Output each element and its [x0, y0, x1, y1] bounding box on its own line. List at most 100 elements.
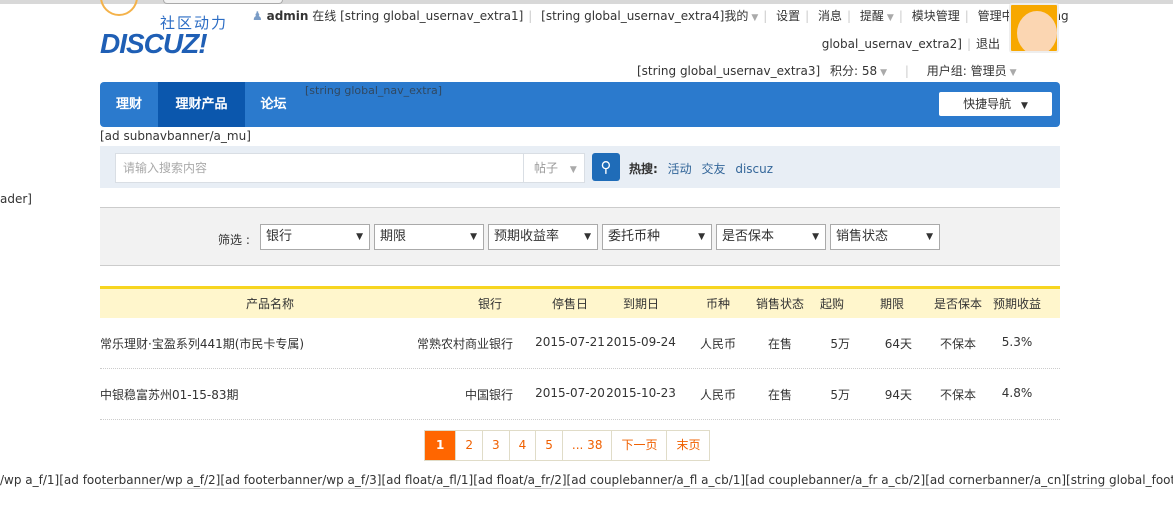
col-currency: 人民币	[699, 337, 737, 351]
caret-down-icon: ▼	[1020, 101, 1028, 111]
col-guarantee: 不保本	[939, 337, 977, 351]
col-due-date: 2015-09-24	[606, 335, 676, 349]
table-header: 产品名称 银行 停售日 到期日 币种 销售状态 起购 期限 是否保本 预期收益	[100, 286, 1060, 318]
col-yield: 5.3%	[1001, 335, 1033, 349]
next-page-button[interactable]: 下一页	[612, 431, 668, 460]
dropdown-arrow-icon: ▼	[698, 232, 705, 242]
col-due-date: 2015-10-23	[606, 386, 676, 400]
hot-link[interactable]: discuz	[735, 162, 773, 176]
col-bank: 中国银行	[464, 388, 513, 402]
filter-yield[interactable]: 预期收益率 ▼	[488, 224, 598, 250]
col-guarantee: 是否保本	[933, 297, 983, 311]
col-currency: 币种	[705, 297, 731, 311]
page-5[interactable]: 5	[536, 431, 563, 460]
col-min-buy: 5万	[830, 337, 850, 351]
nav-extra: [string global_nav_extra]	[305, 84, 443, 97]
col-sale-status: 在售	[767, 337, 793, 351]
nav-item-forum[interactable]: 论坛	[245, 82, 302, 127]
quick-nav-button[interactable]: 快捷导航 ▼	[939, 92, 1052, 116]
chevron-down-icon: ▼	[569, 165, 577, 175]
footer-divider	[100, 488, 1112, 489]
dropdown-arrow-icon: ▼	[584, 232, 591, 242]
chevron-down-icon: ▼	[886, 13, 894, 23]
table-row[interactable]: 中银稳富苏州01-15-83期 中国银行 2015-07-20 2015-10-23 人…	[100, 369, 1060, 420]
avatar[interactable]	[1009, 3, 1059, 53]
subnav-ad: [ad subnavbanner/a_mu]	[100, 129, 251, 143]
usernav-extra3: [string global_usernav_extra3]	[637, 64, 821, 78]
col-sale-status: 销售状态	[755, 297, 805, 311]
col-guarantee: 不保本	[939, 388, 977, 402]
module-manage-link[interactable]: 模块管理	[912, 9, 960, 23]
search-input[interactable]: 请输入搜索内容	[115, 153, 523, 183]
col-stop-date: 2015-07-21	[535, 335, 605, 349]
hot-link[interactable]: 交友	[701, 162, 725, 176]
chevron-down-icon: ▼	[880, 68, 888, 78]
col-yield: 4.8%	[1001, 386, 1033, 400]
browser-tab[interactable]	[163, 0, 283, 4]
dropdown-arrow-icon: ▼	[356, 232, 363, 242]
col-name: 中银稳富苏州01-15-83期	[100, 388, 239, 402]
dropdown-arrow-icon: ▼	[470, 232, 477, 242]
col-stop-date: 停售日	[551, 297, 589, 311]
dropdown-arrow-icon: ▼	[926, 232, 933, 242]
footer-ads: /wp a_f/1][ad footerbanner/wp a_f/2][ad …	[0, 473, 1173, 487]
search-type-label: 帖子	[534, 161, 559, 175]
usernav-extra4: [string global_usernav_extra4]	[541, 9, 725, 23]
username-link[interactable]: admin	[267, 9, 309, 23]
remind-link[interactable]: 提醒	[860, 9, 884, 23]
page-4[interactable]: 4	[509, 431, 537, 460]
user-nav-line3: [string global_usernav_extra3] 积分: 58 ▼ |…	[637, 64, 1017, 78]
table-row[interactable]: 常乐理财·宝盈系列441期(市民卡专属) 常熟农村商业银行 2015-07-21 20…	[100, 318, 1060, 369]
page-1[interactable]: 1	[425, 431, 457, 460]
filter-label: 筛选 :	[218, 233, 250, 247]
col-bank: 银行	[477, 297, 503, 311]
user-nav-line2: global_usernav_extra2] | 退出	[821, 37, 1000, 51]
points-menu[interactable]: 积分: 58	[830, 64, 877, 78]
col-stop-date: 2015-07-20	[535, 386, 605, 400]
hot-link[interactable]: 活动	[668, 162, 692, 176]
search-icon[interactable]: ⚲	[592, 153, 620, 181]
last-page-button[interactable]: 末页	[667, 431, 710, 460]
filter-bank[interactable]: 银行 ▼	[260, 224, 370, 250]
col-bank: 常熟农村商业银行	[416, 337, 513, 351]
usergroup-menu[interactable]: 用户组: 管理员	[927, 64, 1007, 78]
col-sale-status: 在售	[767, 388, 793, 402]
col-min-buy: 起购	[819, 297, 845, 311]
filter-guarantee[interactable]: 是否保本 ▼	[716, 224, 826, 250]
filter-term[interactable]: 期限 ▼	[374, 224, 484, 250]
dropdown-arrow-icon: ▼	[812, 232, 819, 242]
settings-link[interactable]: 设置	[776, 9, 800, 23]
col-term: 期限	[879, 297, 905, 311]
filter-sale-status[interactable]: 销售状态 ▼	[830, 224, 940, 250]
filter-currency[interactable]: 委托币种 ▼	[602, 224, 712, 250]
col-due-date: 到期日	[622, 297, 660, 311]
col-yield: 预期收益	[992, 297, 1042, 311]
chevron-down-icon: ▼	[1009, 68, 1017, 78]
page-3[interactable]: 3	[483, 431, 510, 460]
logo-cloud-icon	[100, 0, 138, 16]
hot-search: 热搜: 活动 交友 discuz	[629, 160, 773, 177]
chevron-down-icon: ▼	[751, 13, 759, 23]
col-term: 94天	[884, 388, 912, 402]
page-last-number[interactable]: ... 38	[562, 431, 613, 460]
user-icon: ♟	[252, 9, 263, 23]
nav-item-licai[interactable]: 理财	[100, 82, 158, 127]
logo[interactable]: DISCUZ!	[100, 28, 208, 60]
usernav-extra2-cont: global_usernav_extra2]	[821, 37, 962, 51]
my-menu[interactable]: 我的	[724, 9, 748, 23]
main-nav: 理财 理财产品 论坛	[100, 82, 1060, 127]
col-term: 64天	[884, 337, 912, 351]
messages-link[interactable]: 消息	[818, 9, 842, 23]
search-type-select[interactable]: 帖子 ▼	[523, 153, 585, 183]
col-name: 常乐理财·宝盈系列441期(市民卡专属)	[100, 337, 305, 351]
nav-item-licai-products[interactable]: 理财产品	[158, 82, 245, 127]
col-name: 产品名称	[245, 297, 295, 311]
col-currency: 人民币	[699, 388, 737, 402]
logout-link[interactable]: 退出	[976, 37, 1000, 51]
user-nav-line1: ♟ admin 在线 [string global_usernav_extra1…	[252, 7, 1069, 24]
online-status: 在线	[312, 9, 337, 23]
usernav-extra1: [string global_usernav_extra1]	[340, 9, 524, 23]
page-2[interactable]: 2	[456, 431, 483, 460]
pagination: 1 2 3 4 5 ... 38 下一页 末页	[424, 430, 711, 461]
col-min-buy: 5万	[830, 388, 850, 402]
